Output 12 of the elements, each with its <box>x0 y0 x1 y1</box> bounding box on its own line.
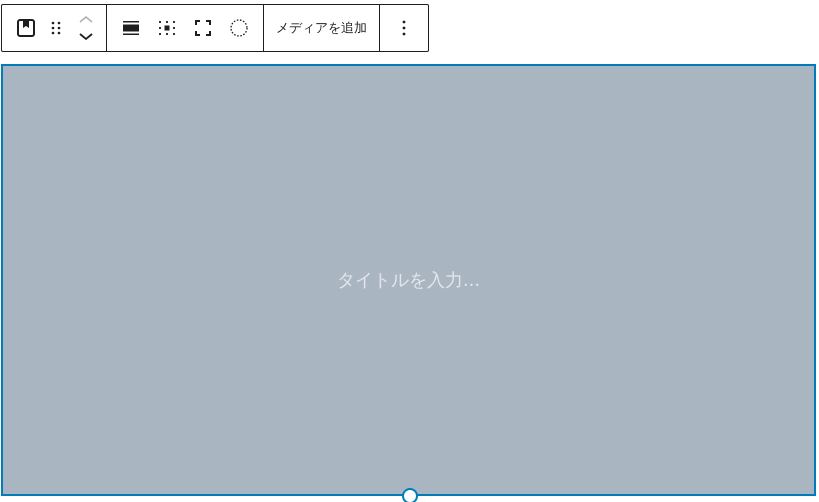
dot-grid-icon <box>158 20 176 36</box>
add-media-button[interactable]: メディアを追加 <box>270 5 373 51</box>
drag-dots-icon <box>51 21 61 35</box>
dotted-circle-icon <box>230 19 248 37</box>
chevron-up-icon <box>79 15 93 23</box>
corners-icon <box>195 20 211 36</box>
more-vertical-icon <box>402 20 406 36</box>
bookmark-square-icon <box>16 18 36 38</box>
title-field[interactable]: タイトルを入力... <box>276 268 540 292</box>
chevron-down-icon <box>79 33 93 41</box>
resize-handle[interactable] <box>402 488 418 502</box>
align-full-icon <box>123 20 139 36</box>
